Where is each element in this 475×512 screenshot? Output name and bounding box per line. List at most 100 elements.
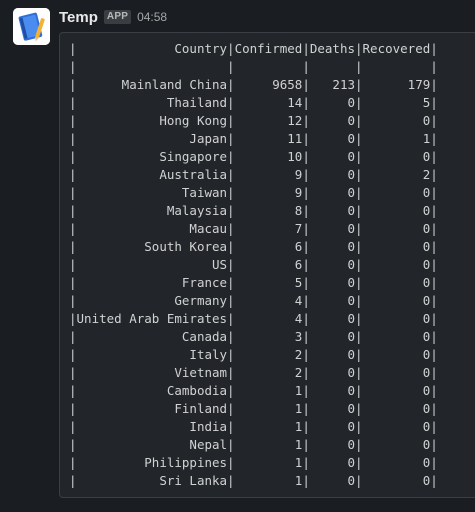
cell-deaths: 0 [309,419,355,434]
cell-deaths: 0 [309,167,355,182]
cell-confirmed: 6 [234,239,303,254]
cell-recovered: 2 [362,167,431,182]
cell-deaths: 0 [309,401,355,416]
cell-country: Thailand [76,95,228,110]
cell-deaths: Deaths [309,41,355,56]
cell-deaths: 0 [309,203,355,218]
table-row: | Macau| 7| 0| 0| [69,221,438,236]
cell-country: Nepal [76,437,228,452]
cell-deaths: 0 [309,131,355,146]
cell-confirmed: 11 [234,131,303,146]
cell-recovered: 0 [362,347,431,362]
cell-deaths: 0 [309,239,355,254]
cell-confirmed: 2 [234,365,303,380]
cell-confirmed: 1 [234,383,303,398]
cell-confirmed: 8 [234,203,303,218]
cell-recovered [363,59,431,74]
table-row: | Nepal| 1| 0| 0| [69,437,438,452]
table-row: | Taiwan| 9| 0| 0| [69,185,438,200]
cell-confirmed: 12 [234,113,303,128]
cell-deaths: 0 [309,293,355,308]
table-row: | Japan| 11| 0| 1| [69,131,438,146]
cell-confirmed: 7 [234,221,303,236]
cell-recovered: 5 [362,95,431,110]
sender-name[interactable]: Temp [59,9,98,26]
cell-recovered: 0 [362,221,431,236]
cell-country: United Arab Emirates [76,311,228,326]
cell-recovered: 0 [362,329,431,344]
cell-confirmed [235,59,303,74]
table-row: | Malaysia| 8| 0| 0| [69,203,438,218]
cell-country: Germany [76,293,228,308]
cell-recovered: 0 [362,437,431,452]
cell-country: Italy [76,347,228,362]
cell-confirmed: 3 [234,329,303,344]
cell-confirmed: 5 [234,275,303,290]
table-row: | Cambodia| 1| 0| 0| [69,383,438,398]
cell-country: India [76,419,228,434]
cell-country: Australia [76,167,228,182]
app-badge: APP [103,10,132,24]
cell-country [77,59,228,74]
cell-recovered: 179 [362,77,431,92]
cell-confirmed: 10 [234,149,303,164]
cell-recovered: 0 [362,455,431,470]
cell-confirmed: 1 [234,455,303,470]
cell-recovered: 0 [362,419,431,434]
cell-country: Vietnam [76,365,228,380]
app-avatar[interactable] [13,8,50,45]
cell-deaths: 0 [309,329,355,344]
cell-recovered: 0 [362,275,431,290]
table-row: | Hong Kong| 12| 0| 0| [69,113,438,128]
cell-recovered: 0 [362,239,431,254]
cell-country: Cambodia [76,383,228,398]
cell-recovered: 0 [362,365,431,380]
cell-confirmed: 1 [234,473,303,488]
cell-deaths: 0 [309,473,355,488]
cell-confirmed: 9 [234,185,303,200]
cell-country: Macau [76,221,228,236]
cell-recovered: 0 [362,185,431,200]
table-row: | Mainland China| 9658| 213| 179| [69,77,438,92]
table-row: | Finland| 1| 0| 0| [69,401,438,416]
notebook-icon [13,8,50,45]
cell-recovered: 0 [362,383,431,398]
table-header-row: | Country|Confirmed|Deaths|Recovered| [69,41,438,56]
cell-recovered: 0 [362,473,431,488]
cell-recovered: 0 [362,401,431,416]
table-row: | Singapore| 10| 0| 0| [69,149,438,164]
cell-deaths: 0 [309,149,355,164]
cell-recovered: 0 [362,311,431,326]
cell-deaths: 0 [309,311,355,326]
cell-country: Sri Lanka [76,473,228,488]
cell-recovered: 0 [362,293,431,308]
table-row: | France| 5| 0| 0| [69,275,438,290]
table-row: | Canada| 3| 0| 0| [69,329,438,344]
cell-deaths: 0 [309,221,355,236]
cell-country: Philippines [76,455,228,470]
message-header: Temp APP 04:58 [59,7,167,27]
cell-deaths: 0 [309,347,355,362]
cell-country: Malaysia [76,203,228,218]
cell-country: Taiwan [76,185,228,200]
table-row: | Vietnam| 2| 0| 0| [69,365,438,380]
cell-deaths: 0 [309,455,355,470]
cell-deaths: 0 [309,113,355,128]
cell-country: France [76,275,228,290]
cell-recovered: Recovered [362,41,431,56]
cell-country: US [76,257,228,272]
cell-recovered: 0 [362,113,431,128]
cell-recovered: 0 [362,257,431,272]
cell-confirmed: 4 [234,311,303,326]
cell-deaths: 0 [309,383,355,398]
cell-country: Hong Kong [76,113,228,128]
chat-message: Temp APP 04:58 | Country|Confirmed|Death… [0,0,475,512]
table-row: | India| 1| 0| 0| [69,419,438,434]
cell-confirmed: 4 [234,293,303,308]
cell-confirmed: 1 [234,437,303,452]
cell-confirmed: 1 [234,401,303,416]
cell-country: South Korea [76,239,228,254]
message-timestamp[interactable]: 04:58 [137,10,167,24]
cell-recovered: 1 [362,131,431,146]
cell-deaths: 0 [309,95,355,110]
